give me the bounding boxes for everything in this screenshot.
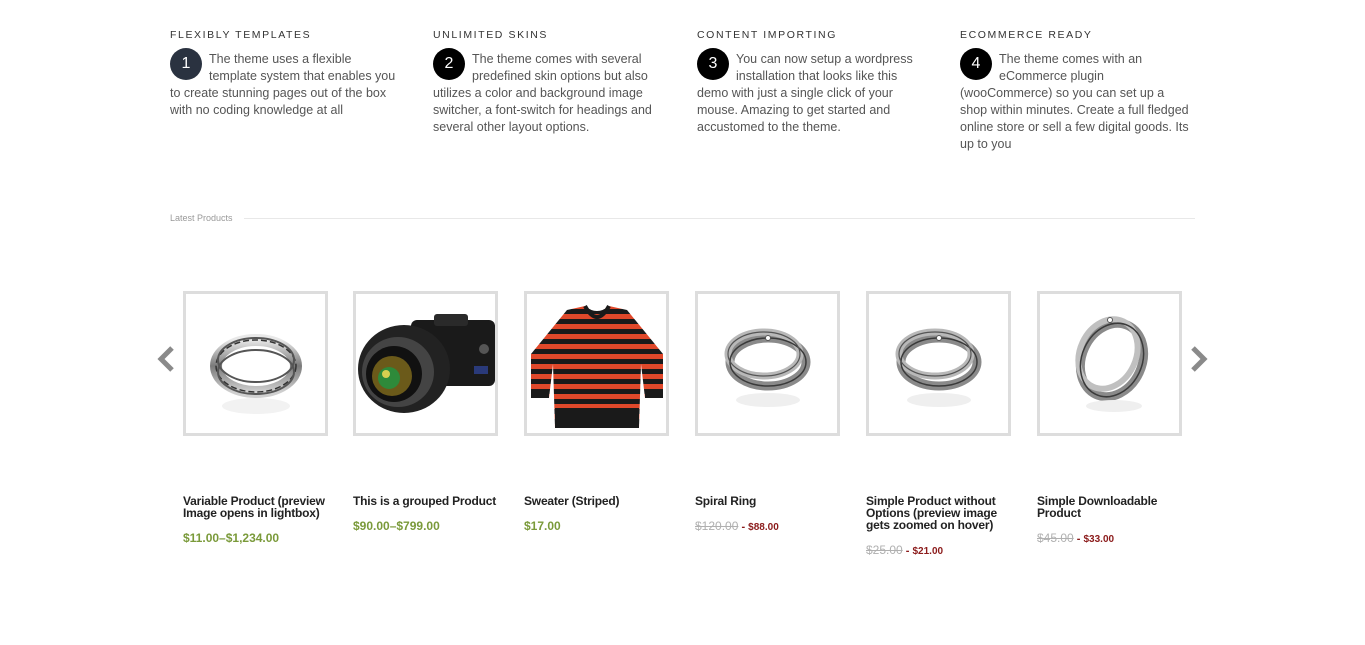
feature-title: CONTENT IMPORTING [697, 29, 837, 41]
product-image-link[interactable] [1037, 291, 1182, 436]
feature-templates: FLEXIBLY TEMPLATES 1 The theme uses a fl… [170, 29, 402, 119]
product-title[interactable]: Simple Product without Options (preview … [866, 495, 1011, 531]
spiral-ring-icon [724, 328, 811, 407]
sale-price: $88.00 [748, 522, 779, 533]
feature-text: You can now setup a wordpress installati… [697, 52, 913, 134]
feature-text: The theme uses a flexible template syste… [170, 52, 396, 117]
feature-number-badge: 3 [697, 48, 729, 80]
old-price: $45.00 [1037, 531, 1074, 545]
camera-icon [358, 314, 495, 413]
spiral-ring-tilted-icon [1075, 316, 1149, 412]
product-card: Simple Downloadable Product $45.00 - $33… [1037, 291, 1182, 547]
feature-title: UNLIMITED SKINS [433, 29, 549, 41]
product-price: $11.00–$1,234.00 [183, 531, 280, 545]
product-price: $90.00–$799.00 [353, 519, 440, 533]
sale-price: $33.00 [1083, 534, 1115, 545]
product-card: Sweater (Striped) $17.00 [524, 291, 669, 533]
product-image-link[interactable] [695, 291, 840, 436]
feature-number-badge: 1 [170, 48, 202, 80]
old-price: $25.00 [866, 543, 903, 557]
feature-body: 3 You can now setup a wordpress installa… [697, 48, 929, 136]
feature-skins: UNLIMITED SKINS 2 The theme comes with s… [433, 29, 665, 136]
feature-text: The theme comes with an eCommerce plugin… [960, 52, 1189, 151]
sale-price: $21.00 [912, 546, 944, 557]
latest-products-heading: Latest Products [170, 212, 1195, 226]
product-card: Spiral Ring $120.00 - $88.00 [695, 291, 840, 535]
carousel-prev-button[interactable] [154, 344, 178, 374]
feature-importing: CONTENT IMPORTING 3 You can now setup a … [697, 29, 929, 136]
product-card: This is a grouped Product $90.00–$799.00 [353, 291, 498, 533]
chevron-right-icon [1191, 346, 1208, 372]
feature-body: 4 The theme comes with an eCommerce plug… [960, 48, 1192, 153]
product-price: $25.00 - $21.00 [866, 543, 1011, 559]
latest-products-label: Latest Products [170, 213, 233, 223]
product-image-link[interactable] [866, 291, 1011, 436]
heading-divider [244, 218, 1195, 219]
product-image-link[interactable] [524, 291, 669, 436]
feature-title: ECOMMERCE READY [960, 29, 1093, 41]
chevron-left-icon [157, 346, 174, 372]
product-image-link[interactable] [183, 291, 328, 436]
product-price: $17.00 [524, 519, 561, 533]
product-title[interactable]: This is a grouped Product [353, 495, 498, 507]
product-image-link[interactable] [353, 291, 498, 436]
feature-ecommerce: ECOMMERCE READY 4 The theme comes with a… [960, 29, 1192, 153]
carousel-next-button[interactable] [1187, 344, 1211, 374]
spiral-ring-icon [895, 328, 982, 407]
feature-number-badge: 4 [960, 48, 992, 80]
product-title[interactable]: Simple Downloadable Product [1037, 495, 1182, 519]
product-title[interactable]: Spiral Ring [695, 495, 840, 507]
product-card: Variable Product (preview Image opens in… [183, 291, 328, 545]
feature-body: 1 The theme uses a flexible template sys… [170, 48, 402, 119]
feature-text: The theme comes with several predefined … [433, 52, 652, 134]
feature-number-badge: 2 [433, 48, 465, 80]
product-title[interactable]: Sweater (Striped) [524, 495, 669, 507]
feature-title: FLEXIBLY TEMPLATES [170, 29, 312, 41]
product-card: Simple Product without Options (preview … [866, 291, 1011, 559]
old-price: $120.00 [695, 519, 739, 533]
product-title[interactable]: Variable Product (preview Image opens in… [183, 495, 328, 519]
product-price: $45.00 - $33.00 [1037, 531, 1182, 547]
ring-grooved-icon [210, 334, 302, 414]
product-price: $120.00 - $88.00 [695, 519, 840, 535]
feature-body: 2 The theme comes with several predefine… [433, 48, 665, 136]
striped-sweater-icon [531, 304, 663, 428]
price-separator: - [738, 521, 749, 533]
